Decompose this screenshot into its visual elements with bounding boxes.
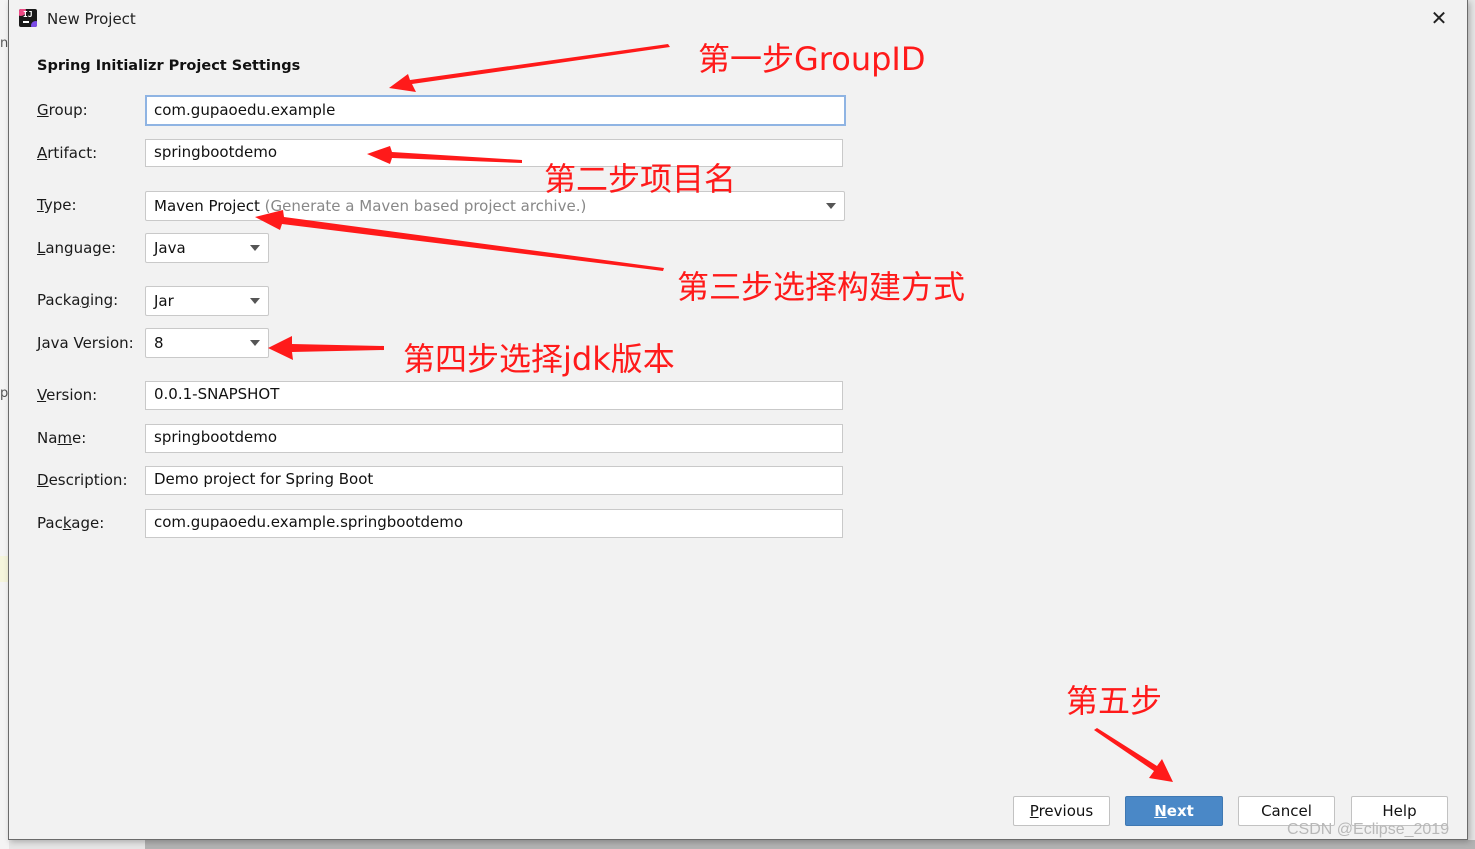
type-dropdown[interactable]: Maven Project (Generate a Maven based pr… (145, 191, 845, 221)
background-highlight (0, 556, 8, 582)
name-input[interactable]: springbootdemo (145, 424, 843, 453)
version-label: Version: (37, 386, 98, 404)
java-version-label: Java Version: (37, 334, 134, 352)
packaging-label: Packaging: (37, 291, 119, 309)
watermark: CSDN @Eclipse_2019 (1287, 821, 1450, 838)
name-label: Name: (37, 429, 87, 447)
close-icon[interactable]: ✕ (1429, 8, 1449, 28)
description-label: Description: (37, 471, 128, 489)
package-label: Package: (37, 514, 105, 532)
previous-button[interactable]: Previous (1013, 796, 1110, 826)
title-bar[interactable]: IJ New Project ✕ (9, 0, 1467, 38)
type-value: Maven Project (154, 197, 260, 215)
annotation-step4: 第四步选择jdk版本 (403, 340, 675, 378)
annotation-step1: 第一步GroupID (698, 40, 926, 78)
annotation-step2: 第二步项目名 (544, 160, 737, 198)
language-label: Language: (37, 239, 117, 257)
type-label: Type: (37, 196, 77, 214)
annotation-step3: 第三步选择构建方式 (677, 268, 966, 306)
intellij-idea-icon: IJ (19, 9, 37, 27)
chevron-down-icon (250, 340, 260, 346)
package-input[interactable]: com.gupaoedu.example.springbootdemo (145, 509, 843, 538)
group-label: Group: (37, 101, 88, 119)
dialog-title: New Project (47, 10, 136, 28)
chevron-down-icon (826, 203, 836, 209)
language-value: Java (154, 239, 186, 257)
background-window-edge-bottom (145, 840, 1475, 849)
packaging-dropdown[interactable]: Jar (145, 286, 269, 316)
artifact-label: Artifact: (37, 144, 98, 162)
type-hint: (Generate a Maven based project archive.… (264, 197, 587, 215)
next-button[interactable]: Next (1125, 796, 1223, 826)
language-dropdown[interactable]: Java (145, 233, 269, 263)
group-input[interactable]: com.gupaoedu.example (145, 95, 846, 126)
section-title: Spring Initializr Project Settings (37, 58, 301, 74)
packaging-value: Jar (154, 292, 174, 310)
chevron-down-icon (250, 298, 260, 304)
chevron-down-icon (250, 245, 260, 251)
annotation-step5: 第五步 (1066, 682, 1163, 720)
java-version-dropdown[interactable]: 8 (145, 328, 269, 358)
artifact-input[interactable]: springbootdemo (145, 139, 843, 167)
description-input[interactable]: Demo project for Spring Boot (145, 466, 843, 495)
new-project-dialog: IJ New Project ✕ Spring Initializr Proje… (8, 0, 1468, 840)
version-input[interactable]: 0.0.1-SNAPSHOT (145, 381, 843, 410)
java-version-value: 8 (154, 334, 164, 352)
